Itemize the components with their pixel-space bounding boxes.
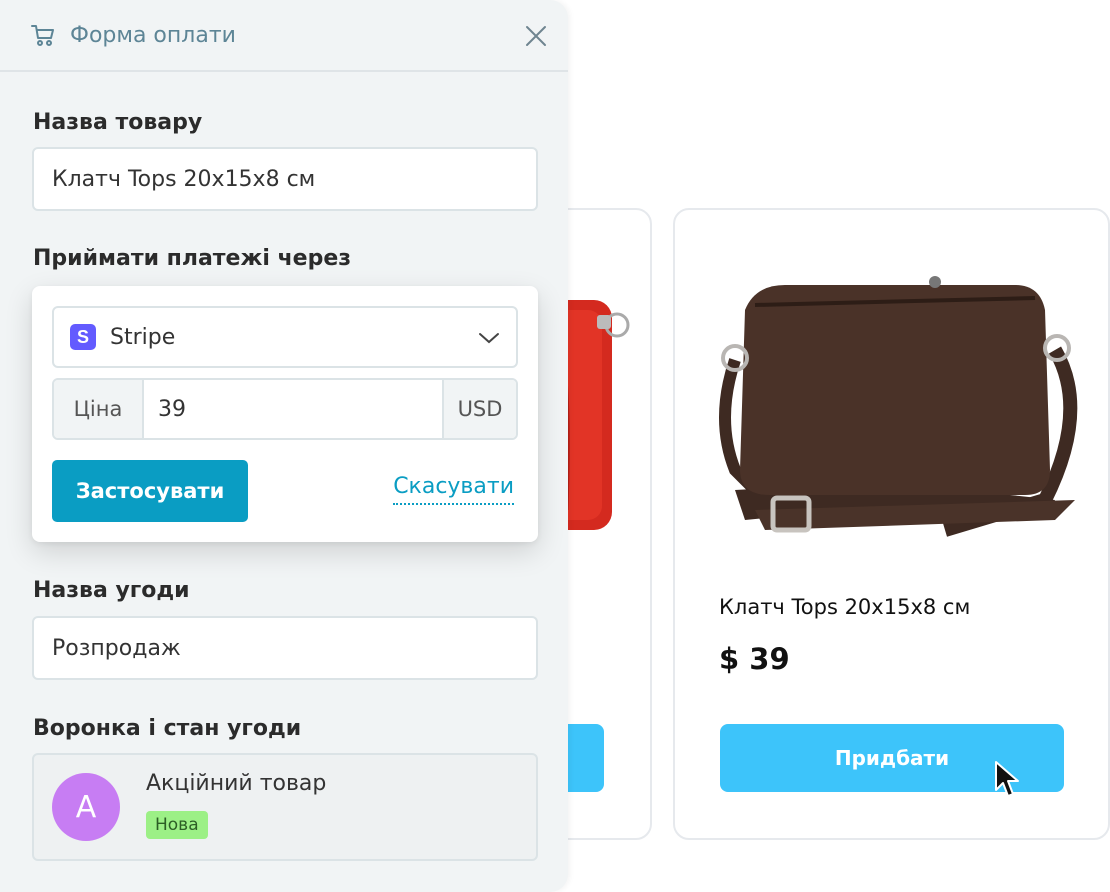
payment-form-panel: Форма оплати Назва товару Клатч Tops 20x… xyxy=(0,0,568,892)
cancel-link[interactable]: Скасувати xyxy=(393,474,514,505)
payment-provider-value: Stripe xyxy=(110,324,176,350)
payment-provider-select[interactable]: S Stripe xyxy=(52,306,518,368)
brown-bag-image xyxy=(719,276,1078,537)
price-input[interactable]: 39 xyxy=(144,380,442,438)
close-icon[interactable] xyxy=(524,24,548,48)
price-label: Ціна xyxy=(54,380,144,438)
product-name-input[interactable]: Клатч Tops 20x15x8 см xyxy=(32,147,538,211)
mouse-cursor-icon xyxy=(995,761,1019,797)
pipeline-name: Акційний товар xyxy=(146,771,327,796)
currency-label: USD xyxy=(442,380,516,438)
stage-badge: Нова xyxy=(146,811,208,839)
deal-name-input[interactable]: Розпродаж xyxy=(32,616,538,680)
panel-header: Форма оплати xyxy=(0,0,568,72)
cart-icon xyxy=(31,25,54,46)
product-name: Клатч Tops 20x15x8 см xyxy=(719,595,971,619)
product-card: Клатч Tops 20x15x8 см $ 39 Придбати xyxy=(673,208,1110,840)
pipeline-stage-select[interactable]: A Акційний товар Нова xyxy=(32,753,538,861)
payment-popover: S Stripe Ціна 39 USD Застосувати Скасува… xyxy=(32,286,538,542)
product-price: $ 39 xyxy=(719,642,790,676)
panel-title: Форма оплати xyxy=(70,22,236,48)
accept-payments-label: Приймати платежі через xyxy=(33,246,352,271)
product-name-label: Назва товару xyxy=(33,110,203,135)
apply-button[interactable]: Застосувати xyxy=(52,460,248,522)
deal-name-label: Назва угоди xyxy=(33,578,190,603)
pipeline-label: Воронка і стан угоди xyxy=(33,716,302,741)
stripe-icon: S xyxy=(70,324,96,350)
avatar: A xyxy=(52,773,120,841)
price-input-group: Ціна 39 USD xyxy=(52,378,518,440)
chevron-down-icon xyxy=(479,333,499,344)
